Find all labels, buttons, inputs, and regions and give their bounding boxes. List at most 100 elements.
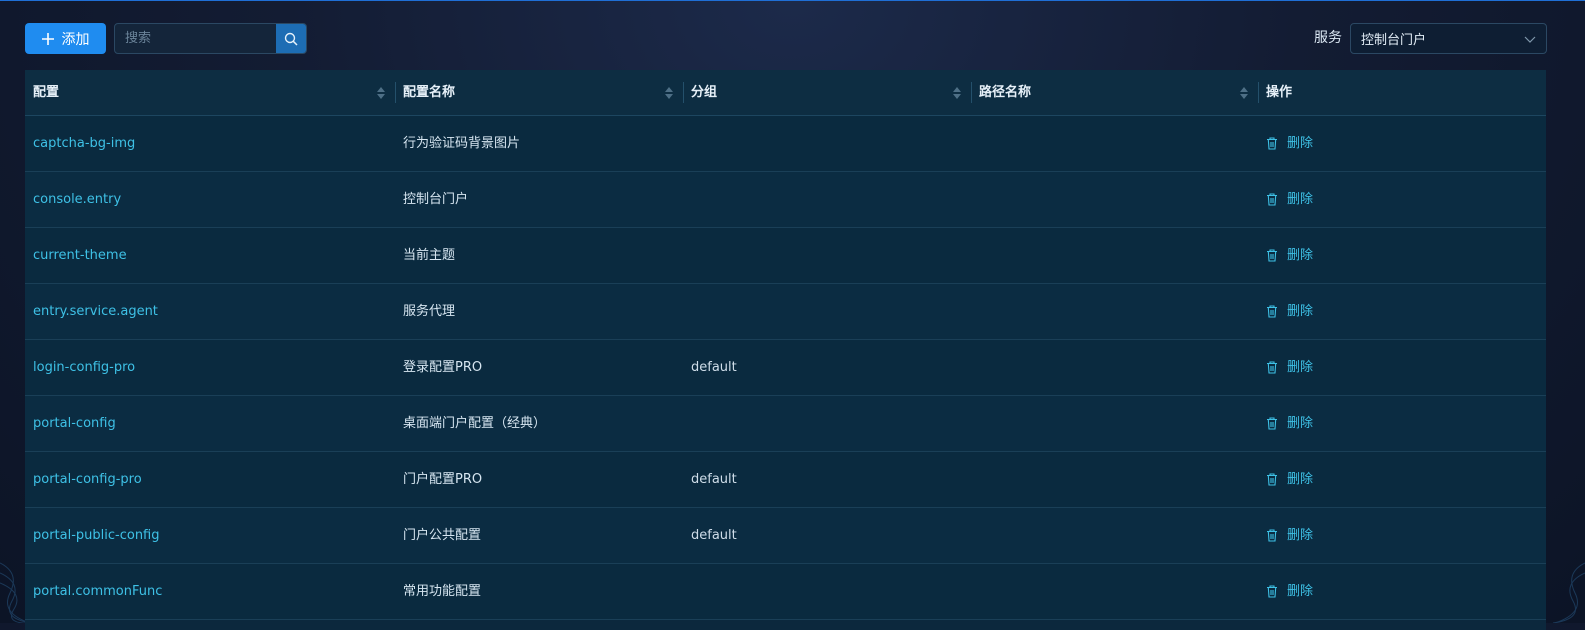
column-header-label: 配置 (33, 85, 60, 100)
delete-label: 删除 (1287, 192, 1314, 207)
config-key-link[interactable]: portal.commonFunc (25, 564, 395, 619)
config-path-cell (971, 452, 1258, 507)
delete-label: 删除 (1287, 416, 1314, 431)
config-path-cell (971, 564, 1258, 619)
service-select-value: 控制台门户 (1361, 33, 1427, 48)
config-group-cell: default (691, 472, 737, 487)
search-button[interactable] (276, 24, 306, 53)
column-header-key[interactable]: 配置 (25, 70, 395, 115)
delete-label: 删除 (1287, 360, 1314, 375)
config-path-cell (971, 172, 1258, 227)
table-row: captcha-bg-img 行为验证码背景图片 删除 (25, 116, 1546, 172)
delete-button[interactable]: 删除 (1258, 396, 1546, 451)
config-name-cell: 常用功能配置 (403, 584, 482, 599)
table-header: 配置 配置名称 分组 路径名称 操作 (25, 70, 1546, 116)
config-path-cell (971, 284, 1258, 339)
config-group-cell (683, 396, 971, 451)
config-name-cell: 行为验证码背景图片 (403, 136, 521, 151)
trash-icon (1267, 193, 1277, 206)
toolbar: 添加 服务 控制台门户 (25, 23, 1547, 54)
delete-button[interactable]: 删除 (1258, 228, 1546, 283)
config-key-link[interactable]: login-config-pro (25, 340, 395, 395)
plus-icon (41, 32, 54, 45)
trash-icon (1267, 417, 1277, 430)
search-input[interactable] (115, 24, 277, 53)
column-header-label: 路径名称 (979, 85, 1032, 100)
delete-label: 删除 (1287, 136, 1314, 151)
config-name-cell: 门户配置PRO (403, 472, 483, 487)
config-name-cell: 控制台门户 (403, 192, 469, 207)
delete-label: 删除 (1287, 528, 1314, 543)
config-key-link[interactable]: console.entry (25, 172, 395, 227)
table-row: portal-config 桌面端门户配置（经典） 删除 (25, 396, 1546, 452)
column-header-label: 配置名称 (403, 85, 456, 100)
config-name-cell: 服务代理 (403, 304, 456, 319)
trash-icon (1267, 137, 1277, 150)
table-row: login-config-pro 登录配置PRO default 删除 (25, 340, 1546, 396)
table-row: portal-config-pro 门户配置PRO default 删除 (25, 452, 1546, 508)
config-path-cell (971, 228, 1258, 283)
config-key-link[interactable]: captcha-bg-img (25, 116, 395, 171)
delete-button[interactable]: 删除 (1258, 340, 1546, 395)
column-header-actions: 操作 (1258, 70, 1546, 115)
config-group-cell (683, 228, 971, 283)
add-button[interactable]: 添加 (25, 23, 106, 54)
delete-button[interactable]: 删除 (1258, 116, 1546, 171)
config-group-cell (683, 284, 971, 339)
table-row: current-theme 当前主题 删除 (25, 228, 1546, 284)
column-header-label: 分组 (691, 85, 718, 100)
delete-label: 删除 (1287, 584, 1314, 599)
delete-button[interactable]: 删除 (1258, 172, 1546, 227)
config-key-link[interactable]: entry.service.agent (25, 284, 395, 339)
config-path-cell (971, 340, 1258, 395)
config-group-cell: default (691, 360, 737, 375)
chevron-down-icon (1524, 36, 1536, 43)
service-select[interactable]: 控制台门户 (1350, 23, 1547, 54)
service-label: 服务 (1314, 30, 1342, 46)
column-header-name[interactable]: 配置名称 (395, 70, 683, 115)
table-row: portal-public-config 门户公共配置 default 删除 (25, 508, 1546, 564)
table-row: portal.commonFunc 常用功能配置 删除 (25, 564, 1546, 620)
column-header-label: 操作 (1266, 85, 1293, 100)
config-table: 配置 配置名称 分组 路径名称 操作 captcha-bg-img 行为验证码背… (25, 70, 1546, 630)
delete-button[interactable]: 删除 (1258, 564, 1546, 619)
delete-button[interactable]: 删除 (1258, 508, 1546, 563)
config-name-cell: 桌面端门户配置（经典） (403, 416, 547, 431)
config-key-link[interactable]: portal-config (25, 396, 395, 451)
config-group-cell (683, 172, 971, 227)
search-box (114, 23, 307, 54)
sort-icon[interactable] (665, 87, 673, 99)
delete-button[interactable]: 删除 (1258, 284, 1546, 339)
table-row: entry.service.agent 服务代理 删除 (25, 284, 1546, 340)
trash-icon (1267, 361, 1277, 374)
column-header-path[interactable]: 路径名称 (971, 70, 1258, 115)
column-header-group[interactable]: 分组 (683, 70, 971, 115)
table-row: console.entry 控制台门户 删除 (25, 172, 1546, 228)
config-name-cell: 当前主题 (403, 248, 456, 263)
delete-label: 删除 (1287, 472, 1314, 487)
config-group-cell (683, 564, 971, 619)
add-button-label: 添加 (61, 31, 90, 48)
config-name-cell: 登录配置PRO (403, 360, 483, 375)
background-decoration (1552, 562, 1585, 623)
trash-icon (1267, 585, 1277, 598)
trash-icon (1267, 529, 1277, 542)
delete-label: 删除 (1287, 304, 1314, 319)
search-icon (284, 32, 298, 46)
trash-icon (1267, 305, 1277, 318)
delete-button[interactable]: 删除 (1258, 452, 1546, 507)
sort-icon[interactable] (377, 87, 385, 99)
config-key-link[interactable]: portal-public-config (25, 508, 395, 563)
config-path-cell (971, 508, 1258, 563)
config-path-cell (971, 396, 1258, 451)
trash-icon (1267, 473, 1277, 486)
sort-icon[interactable] (953, 87, 961, 99)
sort-icon[interactable] (1240, 87, 1248, 99)
config-group-cell: default (691, 528, 737, 543)
config-name-cell: 门户公共配置 (403, 528, 482, 543)
config-key-link[interactable]: portal-config-pro (25, 452, 395, 507)
config-group-cell (683, 116, 971, 171)
delete-label: 删除 (1287, 248, 1314, 263)
config-key-link[interactable]: current-theme (25, 228, 395, 283)
config-path-cell (971, 116, 1258, 171)
